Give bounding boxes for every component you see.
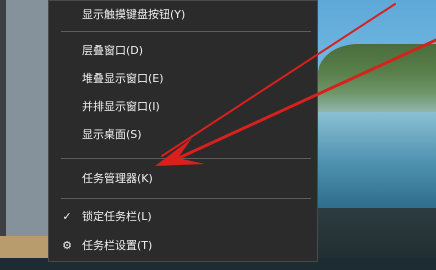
- menu-item-task-manager[interactable]: 任务管理器(K): [49, 165, 317, 193]
- menu-item-cascade-windows[interactable]: 层叠窗口(D): [49, 37, 317, 65]
- menu-item-show-touch-keyboard[interactable]: 显示触摸键盘按钮(Y): [49, 1, 317, 29]
- wallpaper-lake: [318, 112, 436, 212]
- menu-item-label: 并排显示窗口(I): [82, 100, 160, 113]
- menu-item-show-desktop[interactable]: 显示桌面(S): [49, 121, 317, 149]
- checkmark-icon: ✓: [62, 210, 72, 223]
- menu-separator: [61, 198, 311, 199]
- menu-item-label: 层叠窗口(D): [82, 44, 144, 57]
- taskbar-context-menu: 显示触摸键盘按钮(Y) 层叠窗口(D) 堆叠显示窗口(E) 并排显示窗口(I) …: [48, 0, 318, 262]
- menu-separator: [61, 158, 311, 159]
- background-window: [6, 0, 54, 236]
- menu-item-label: 锁定任务栏(L): [82, 210, 152, 223]
- menu-item-lock-taskbar[interactable]: ✓ 锁定任务栏(L): [49, 203, 317, 231]
- menu-item-label: 堆叠显示窗口(E): [82, 72, 164, 85]
- menu-item-label: 任务栏设置(T): [82, 239, 153, 252]
- gear-icon: ⚙: [62, 239, 72, 252]
- menu-separator: [61, 31, 311, 32]
- menu-item-label: 任务管理器(K): [82, 172, 153, 185]
- menu-item-side-by-side-windows[interactable]: 并排显示窗口(I): [49, 93, 317, 121]
- menu-item-taskbar-settings[interactable]: ⚙ 任务栏设置(T): [49, 232, 317, 260]
- wallpaper-hill: [318, 44, 436, 114]
- menu-item-stack-windows[interactable]: 堆叠显示窗口(E): [49, 65, 317, 93]
- menu-item-label: 显示触摸键盘按钮(Y): [82, 8, 186, 21]
- menu-item-label: 显示桌面(S): [82, 128, 142, 141]
